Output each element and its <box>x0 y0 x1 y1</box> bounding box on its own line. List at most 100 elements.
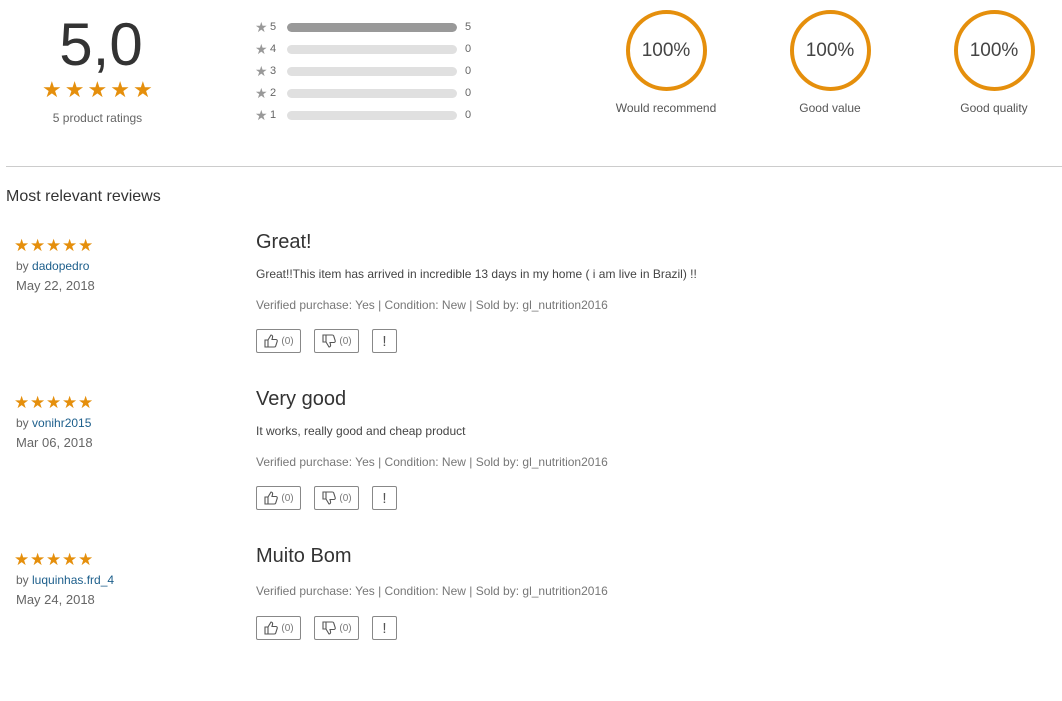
by-prefix: by <box>16 416 33 430</box>
review-stars: ★ ★ ★ ★ ★ <box>14 394 94 411</box>
overall-stars: ★ ★ ★ ★ ★ <box>42 79 153 101</box>
rating-distribution: ★ 5 5 ★ 4 0 ★ 3 0 ★ 2 0 ★ 1 0 <box>255 16 471 126</box>
review-title: Muito Bom <box>256 545 352 567</box>
metric-label: Would recommend <box>615 101 717 115</box>
review-meta: Verified purchase: Yes | Condition: New … <box>256 298 608 312</box>
review-author-link[interactable]: vonihr2015 <box>32 416 91 430</box>
star-icon: ★ <box>78 393 94 412</box>
distribution-label: 4 <box>270 43 277 55</box>
review-body: Great!!This item has arrived in incredib… <box>256 267 697 281</box>
star-icon: ★ <box>64 77 85 102</box>
metric-circle: 100% <box>789 10 871 91</box>
review-actions: (0) (0) ! <box>256 616 397 640</box>
divider <box>6 166 1062 167</box>
distribution-count: 0 <box>465 87 472 99</box>
star-icon: ★ <box>255 18 268 35</box>
review-meta: Verified purchase: Yes | Condition: New … <box>256 455 608 469</box>
review-byline: by dadopedro <box>16 259 89 273</box>
metric-good-quality: 100% Good quality <box>929 10 1059 115</box>
helpful-count: (0) <box>281 492 294 504</box>
review-body: It works, really good and cheap product <box>256 424 466 438</box>
unhelpful-count: (0) <box>339 335 352 347</box>
distribution-bar <box>287 88 457 98</box>
review-title: Great! <box>256 231 312 253</box>
helpful-count: (0) <box>281 622 294 634</box>
distribution-label: 2 <box>270 87 277 99</box>
thumbs-down-icon <box>322 334 337 348</box>
distribution-count: 0 <box>465 65 472 77</box>
metric-circle: 100% <box>953 10 1035 91</box>
report-button[interactable]: ! <box>372 616 397 640</box>
star-icon: ★ <box>14 393 30 412</box>
review-date: Mar 06, 2018 <box>16 435 93 450</box>
section-title: Most relevant reviews <box>6 188 161 205</box>
by-prefix: by <box>16 573 33 587</box>
distribution-row[interactable]: ★ 3 0 <box>255 60 471 82</box>
distribution-count: 0 <box>465 109 472 121</box>
metric-circle: 100% <box>625 10 707 91</box>
star-icon: ★ <box>30 236 46 255</box>
star-icon: ★ <box>78 236 94 255</box>
review-byline: by luquinhas.frd_4 <box>16 573 114 587</box>
review-actions: (0) (0) ! <box>256 329 397 353</box>
distribution-row[interactable]: ★ 4 0 <box>255 38 471 60</box>
overall-score: 5,0 <box>59 11 143 78</box>
unhelpful-button[interactable]: (0) <box>314 486 359 510</box>
thumbs-down-icon <box>322 491 337 505</box>
distribution-fill <box>287 22 457 32</box>
distribution-label: 3 <box>270 65 277 77</box>
star-icon: ★ <box>255 106 268 123</box>
star-icon: ★ <box>62 550 78 569</box>
distribution-bar <box>287 22 457 32</box>
unhelpful-count: (0) <box>339 622 352 634</box>
review-date: May 22, 2018 <box>16 278 95 293</box>
distribution-bar <box>287 66 457 76</box>
thumbs-up-icon <box>264 491 279 505</box>
star-icon: ★ <box>132 77 153 102</box>
review-actions: (0) (0) ! <box>256 486 397 510</box>
star-icon: ★ <box>110 77 130 102</box>
star-icon: ★ <box>255 40 268 57</box>
thumbs-up-icon <box>264 334 279 348</box>
helpful-button[interactable]: (0) <box>256 329 301 353</box>
distribution-row[interactable]: ★ 2 0 <box>255 82 471 104</box>
review-author-link[interactable]: dadopedro <box>32 259 89 273</box>
review-item: ★ ★ ★ ★ ★ by vonihr2015 Mar 06, 2018 Very go… <box>0 388 1062 544</box>
star-icon: ★ <box>46 393 62 412</box>
star-icon: ★ <box>255 84 268 101</box>
unhelpful-button[interactable]: (0) <box>314 616 359 640</box>
review-stars: ★ ★ ★ ★ ★ <box>14 237 94 254</box>
star-icon: ★ <box>62 393 78 412</box>
metric-label: Good value <box>799 101 861 115</box>
thumbs-up-icon <box>264 621 279 635</box>
distribution-count: 5 <box>465 21 472 33</box>
report-button[interactable]: ! <box>372 329 397 353</box>
distribution-label: 5 <box>270 21 277 33</box>
distribution-bar <box>287 110 457 120</box>
unhelpful-button[interactable]: (0) <box>314 329 359 353</box>
metric-label: Good quality <box>960 101 1028 115</box>
distribution-row[interactable]: ★ 1 0 <box>255 104 471 126</box>
helpful-button[interactable]: (0) <box>256 486 301 510</box>
star-icon: ★ <box>87 77 108 102</box>
review-byline: by vonihr2015 <box>16 416 91 430</box>
report-button[interactable]: ! <box>372 486 397 510</box>
star-icon: ★ <box>30 393 46 412</box>
star-icon: ★ <box>62 236 78 255</box>
metric-good-value: 100% Good value <box>765 10 895 115</box>
helpful-button[interactable]: (0) <box>256 616 301 640</box>
thumbs-down-icon <box>322 621 337 635</box>
review-date: May 24, 2018 <box>16 592 95 607</box>
review-author-link[interactable]: luquinhas.frd_4 <box>32 573 114 587</box>
star-icon: ★ <box>14 236 30 255</box>
distribution-row[interactable]: ★ 5 5 <box>255 16 471 38</box>
star-icon: ★ <box>46 236 62 255</box>
star-icon: ★ <box>255 62 268 79</box>
review-item: ★ ★ ★ ★ ★ by dadopedro May 22, 2018 Great! G… <box>0 231 1062 387</box>
star-icon: ★ <box>14 550 30 569</box>
unhelpful-count: (0) <box>339 492 352 504</box>
review-stars: ★ ★ ★ ★ ★ <box>14 551 94 568</box>
star-icon: ★ <box>78 550 94 569</box>
distribution-bar <box>287 44 457 54</box>
distribution-count: 0 <box>465 43 472 55</box>
